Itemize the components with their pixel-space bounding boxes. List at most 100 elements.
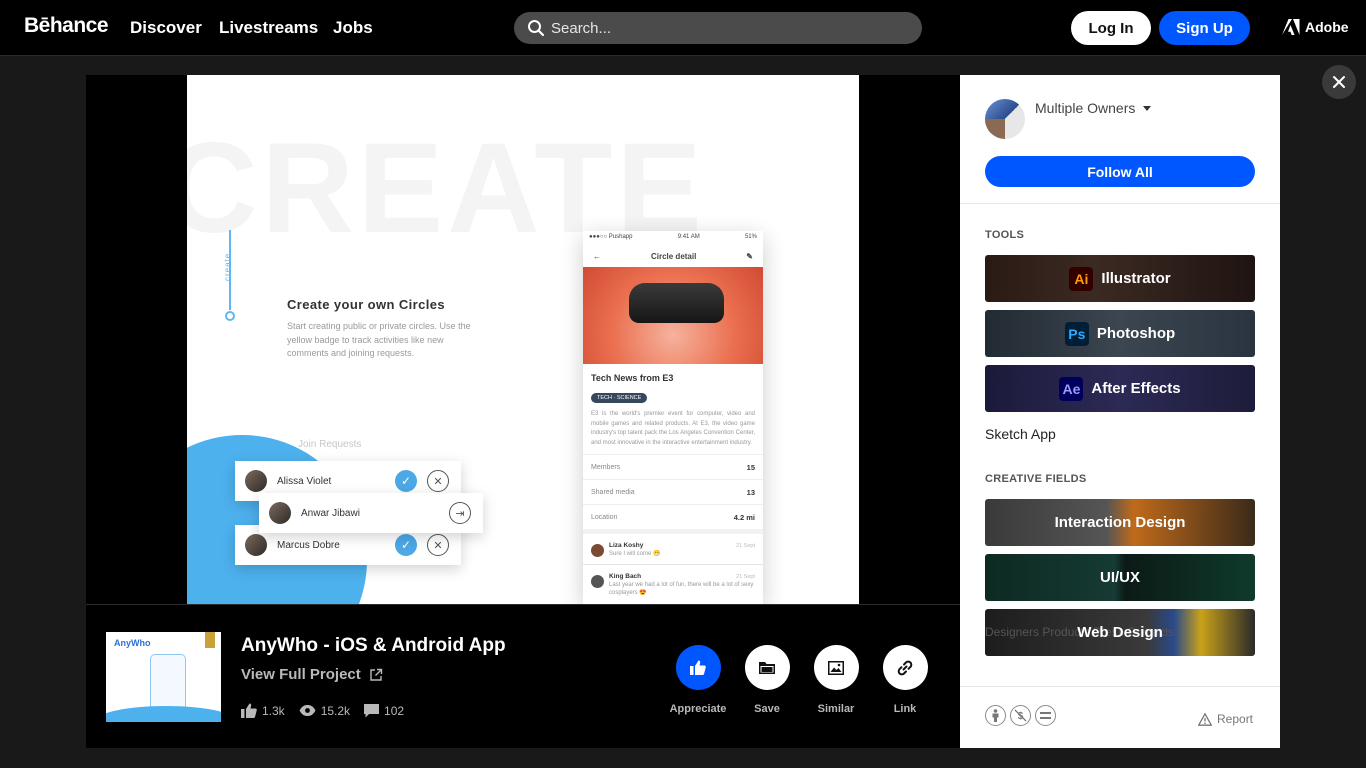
phone-row-label: Shared media [591,488,635,496]
project-image[interactable]: CREATE create Create your own Circles St… [187,75,859,604]
thumb-label: AnyWho [114,638,151,648]
avatar [245,470,267,492]
login-button[interactable]: Log In [1071,11,1151,45]
nav-jobs[interactable]: Jobs [333,18,373,38]
thumb-badge [205,632,215,648]
photoshop-icon: Ps [1064,321,1089,346]
comment-icon [364,703,380,717]
comment-date: 21 Sept [736,543,755,549]
adobe-logo-icon [1282,19,1300,35]
similar-button[interactable]: Similar [806,645,866,715]
phone-row-label: Location [591,513,618,521]
search-input[interactable] [551,12,911,44]
adobe-label: Adobe [1305,19,1349,35]
comment-text: Sure I will come 😁 [609,551,661,557]
report-label: Report [1217,712,1254,726]
phone-comment: 21 Sept King Bach Last year we had a lot… [583,564,763,603]
field-interaction-design[interactable]: Interaction Design [985,499,1255,546]
back-arrow-icon: ← [593,251,601,261]
report-link[interactable]: Report [1198,712,1253,726]
folder-icon [759,662,775,674]
tool-illustrator[interactable]: Ai Illustrator [985,255,1255,302]
cc-noderivatives-icon[interactable] [1035,705,1056,726]
phone-title: Circle detail [650,251,697,261]
save-label: Save [754,703,780,715]
field-web-design[interactable]: Designers Products Press Contacts Web De… [985,609,1255,656]
avatar [591,544,604,557]
tool-sketch[interactable]: Sketch App [985,426,1056,442]
project-viewer: CREATE create Create your own Circles St… [86,75,960,604]
tool-photoshop[interactable]: Ps Photoshop [985,310,1255,357]
appreciate-circle [675,645,721,690]
close-button[interactable] [1322,65,1356,99]
after-effects-icon: Ae [1059,376,1084,401]
avatar [985,99,1025,139]
illustrator-icon: Ai [1069,266,1094,291]
view-full-project-label: View Full Project [241,666,361,683]
stat-views: 15.2k [299,704,350,718]
stat-likes: 1.3k [241,703,285,718]
signup-button[interactable]: Sign Up [1159,11,1250,45]
top-nav: Bēhance Discover Livestreams Jobs Log In… [0,0,1366,56]
tool-name: Illustrator [1101,270,1171,287]
avatar [245,534,267,556]
join-requests-title: Join Requests [298,439,362,450]
field-ui-ux[interactable]: UI/UX [985,554,1255,601]
check-icon: ✓ [395,534,417,556]
search-icon [528,20,545,37]
thumb-wave [106,706,221,722]
avatar [591,575,604,588]
project-info-bar: AnyWho AnyWho - iOS & Android App View F… [86,604,960,748]
save-button[interactable]: Save [737,645,797,715]
tools-title: TOOLS [985,229,1025,241]
field-name: UI/UX [1099,569,1140,586]
cc-attribution-icon[interactable] [985,705,1006,726]
phone-row: Shared media 13 [583,479,763,504]
comment-text: Last year we had a lot of fun, there wil… [609,582,754,596]
view-full-project-link[interactable]: View Full Project [241,666,383,683]
comment-author: Liza Koshy [609,542,644,549]
owner-name-wrap: Multiple Owners [1035,100,1152,116]
save-circle [744,645,790,690]
appreciate-button[interactable]: Appreciate [668,645,728,715]
nav-livestreams[interactable]: Livestreams [219,18,318,38]
link-circle [882,645,928,690]
behance-logo[interactable]: Bēhance [24,14,109,38]
caret-down-icon [1143,105,1152,111]
owner-name: Multiple Owners [1035,100,1136,116]
project-thumbnail[interactable]: AnyWho [106,632,221,722]
project-stats: 1.3k 15.2k 102 [241,703,418,718]
search-bar[interactable] [514,12,922,44]
phone-post-title: Tech News from E3 [591,373,674,383]
tool-name: Photoshop [1096,325,1176,342]
request-card: Anwar Jibawi ⇥ [259,493,483,533]
cc-noncommercial-icon[interactable]: $ [1010,705,1031,726]
nav-discover[interactable]: Discover [130,18,202,38]
adobe-link[interactable]: Adobe [1282,19,1349,35]
owner-dropdown[interactable]: Multiple Owners [985,99,1152,139]
comment-author: King Bach [609,573,642,580]
tool-after-effects[interactable]: Ae After Effects [985,365,1255,412]
similar-circle [813,645,859,690]
thumbs-up-icon [690,660,706,675]
external-link-icon [370,668,382,681]
likes-count: 1.3k [262,703,285,718]
link-button[interactable]: Link [875,645,935,715]
phone-row: Members 15 [583,454,763,479]
phone-mockup: ●●●○○ Pushapp 9:41 AM 51% ← Circle detai… [583,231,763,604]
warning-icon [1198,712,1212,726]
comment-date: 21 Sept [736,574,755,580]
phone-hero-image [583,267,763,364]
phone-row: Location 4.2 mi [583,504,763,529]
phone-row-value: 4.2 mi [733,512,755,522]
thumbs-up-icon [241,703,257,718]
phone-comment: 21 Sept Liza Koshy Sure I will come 😁 [583,529,763,564]
project-title: AnyWho - iOS & Android App [241,635,506,656]
link-label: Link [893,703,917,715]
close-icon [1333,76,1345,88]
pencil-icon: ✎ [746,251,753,261]
phone-row-value: 13 [746,487,755,497]
field-name: Interaction Design [1054,514,1186,531]
phone-title-bar: ← Circle detail ✎ [583,245,763,267]
follow-all-button[interactable]: Follow All [985,156,1255,187]
